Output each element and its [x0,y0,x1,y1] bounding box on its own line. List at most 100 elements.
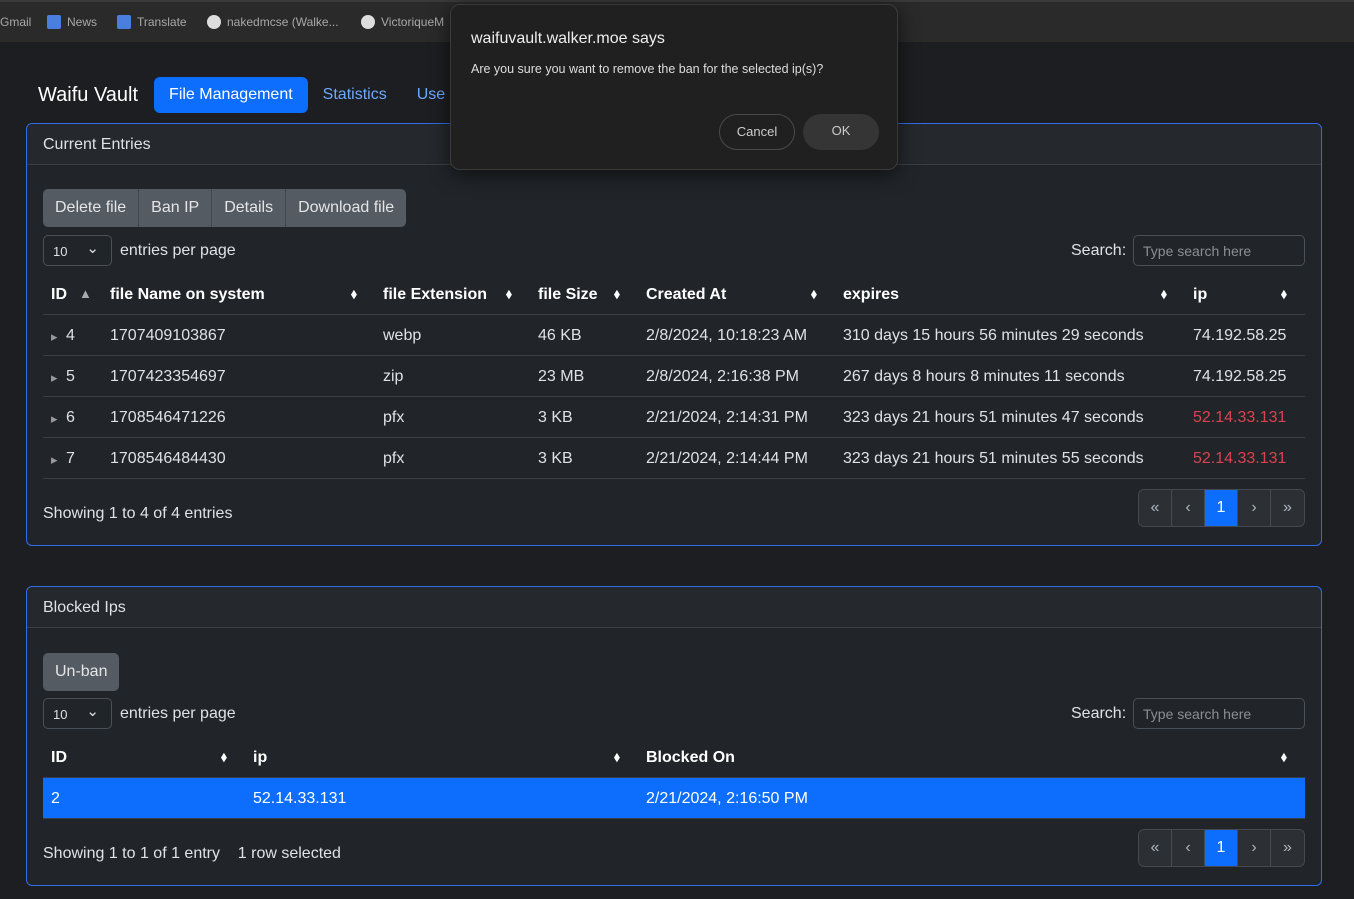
last-page-button[interactable]: » [1271,830,1304,866]
news-icon [47,15,61,29]
expand-icon[interactable]: ▸ [51,329,58,345]
info-text: Showing 1 to 1 of 1 entry [43,845,220,862]
next-page-button[interactable]: › [1238,490,1271,526]
entries-per-page-label: entries per page [120,705,236,722]
cell-extension: webp [383,327,422,344]
bookmark-nakedmcse[interactable]: nakedmcse (Walke... [207,15,339,29]
sort-icon[interactable]: ⬧ [221,749,227,765]
cell-id: 2 [51,790,60,807]
sort-icon[interactable]: ⬧ [1161,286,1167,302]
cell-created: 2/21/2024, 2:14:31 PM [646,409,808,426]
expand-icon[interactable]: ▸ [51,452,58,468]
details-button[interactable]: Details [212,189,287,227]
col-id[interactable]: ID [51,749,67,767]
unban-button[interactable]: Un-ban [43,653,120,691]
ban-ip-button[interactable]: Ban IP [139,189,213,227]
col-created[interactable]: Created At [646,286,726,304]
cell-extension: pfx [383,450,405,467]
next-page-button[interactable]: › [1238,830,1271,866]
bookmark-label: Translate [137,15,187,29]
delete-file-button[interactable]: Delete file [43,189,140,227]
selected-info: 1 row selected [237,845,341,862]
table-header: ID ⬧ ip ⬧ Blocked On ⬧ [43,737,1305,778]
blocked-table: ID ⬧ ip ⬧ Blocked On ⬧ 2 52.14.33.131 2/21/… [43,737,1305,819]
cell-size: 23 MB [538,368,585,385]
entries-table: ID ▲ file Name on system ⬧ file Extension ⬧… [43,274,1305,479]
cell-filename: 1708546471226 [110,409,226,426]
table-row[interactable]: ▸ 7 1708546484430 pfx 3 KB 2/21/2024, 2:14:44… [43,438,1305,479]
prev-page-button[interactable]: ‹ [1172,490,1205,526]
download-file-button[interactable]: Download file [286,189,407,227]
bookmark-victorique[interactable]: VictoriqueM [361,15,444,29]
sort-icon[interactable]: ⬧ [614,749,620,765]
col-ip[interactable]: ip [1193,286,1207,304]
cell-expires: 323 days 21 hours 51 minutes 47 seconds [843,409,1144,426]
last-page-button[interactable]: » [1271,490,1304,526]
blocked-toolbar: Un-ban [43,653,120,691]
bookmark-gmail[interactable]: Gmail [0,15,31,29]
cell-blocked-on: 2/21/2024, 2:16:50 PM [646,790,808,807]
first-page-button[interactable]: « [1139,830,1172,866]
nav-statistics[interactable]: Statistics [308,77,402,113]
search-input[interactable]: Type search here [1133,235,1305,266]
navbar: Waifu Vault File Management Statistics U… [26,75,460,115]
cell-filename: 1707423354697 [110,368,226,385]
entries-info: Showing 1 to 4 of 4 entries [43,505,233,522]
search-label: Search: [1071,242,1127,259]
col-filename[interactable]: file Name on system [110,286,265,304]
prev-page-button[interactable]: ‹ [1172,830,1205,866]
table-row[interactable]: ▸ 4 1707409103867 webp 46 KB 2/8/2024, 10:18:… [43,315,1305,356]
sort-icon[interactable]: ⬧ [1281,286,1287,302]
expand-icon[interactable]: ▸ [51,411,58,427]
nav-file-management[interactable]: File Management [154,77,308,113]
col-expires[interactable]: expires [843,286,899,304]
cell-id: 5 [66,368,75,385]
page-size-select[interactable]: 10 [43,698,112,729]
cell-ip: 52.14.33.131 [1193,450,1287,467]
cell-created: 2/8/2024, 2:16:38 PM [646,368,799,385]
cell-extension: pfx [383,409,405,426]
bookmark-news[interactable]: News [47,15,97,29]
table-row[interactable]: 2 52.14.33.131 2/21/2024, 2:16:50 PM [43,778,1305,819]
card-title: Blocked Ips [27,587,1321,628]
sort-icon[interactable]: ⬧ [351,286,357,302]
page-size-select[interactable]: 10 [43,235,112,266]
cell-created: 2/21/2024, 2:14:44 PM [646,450,808,467]
cell-id: 7 [66,450,75,467]
sort-icon[interactable]: ⬧ [811,286,817,302]
brand[interactable]: Waifu Vault [38,84,138,107]
col-blocked-on[interactable]: Blocked On [646,749,735,767]
entries-pagination: « ‹ 1 › » [1138,489,1305,527]
cell-size: 3 KB [538,450,573,467]
ok-button[interactable]: OK [803,114,879,150]
cancel-button[interactable]: Cancel [719,114,795,150]
cell-filename: 1707409103867 [110,327,226,344]
first-page-button[interactable]: « [1139,490,1172,526]
expand-icon[interactable]: ▸ [51,370,58,386]
bookmark-translate[interactable]: Translate [117,15,187,29]
cell-size: 3 KB [538,409,573,426]
col-size[interactable]: file Size [538,286,598,304]
col-extension[interactable]: file Extension [383,286,487,304]
sort-icon[interactable]: ⬧ [1281,749,1287,765]
sort-icon[interactable]: ⬧ [614,286,620,302]
page-1-button[interactable]: 1 [1205,830,1238,866]
dialog-title: waifuvault.walker.moe says [471,30,665,47]
blocked-pagination: « ‹ 1 › » [1138,829,1305,867]
dialog-message: Are you sure you want to remove the ban … [471,62,824,76]
sort-asc-icon[interactable]: ▲ [79,286,92,301]
table-row[interactable]: ▸ 6 1708546471226 pfx 3 KB 2/21/2024, 2:14:31… [43,397,1305,438]
cell-filename: 1708546484430 [110,450,226,467]
current-entries-card: Current Entries Delete file Ban IP Detai… [26,123,1322,546]
col-id[interactable]: ID [51,286,67,304]
cell-extension: zip [383,368,404,385]
sort-icon[interactable]: ⬧ [506,286,512,302]
search-input[interactable]: Type search here [1133,698,1305,729]
cell-id: 4 [66,327,75,344]
bookmark-label: Gmail [0,15,32,29]
cell-expires: 323 days 21 hours 51 minutes 55 seconds [843,450,1144,467]
table-row[interactable]: ▸ 5 1707423354697 zip 23 MB 2/8/2024, 2:16:38… [43,356,1305,397]
page-1-button[interactable]: 1 [1205,490,1238,526]
cell-ip: 52.14.33.131 [1193,409,1287,426]
col-ip[interactable]: ip [253,749,267,767]
